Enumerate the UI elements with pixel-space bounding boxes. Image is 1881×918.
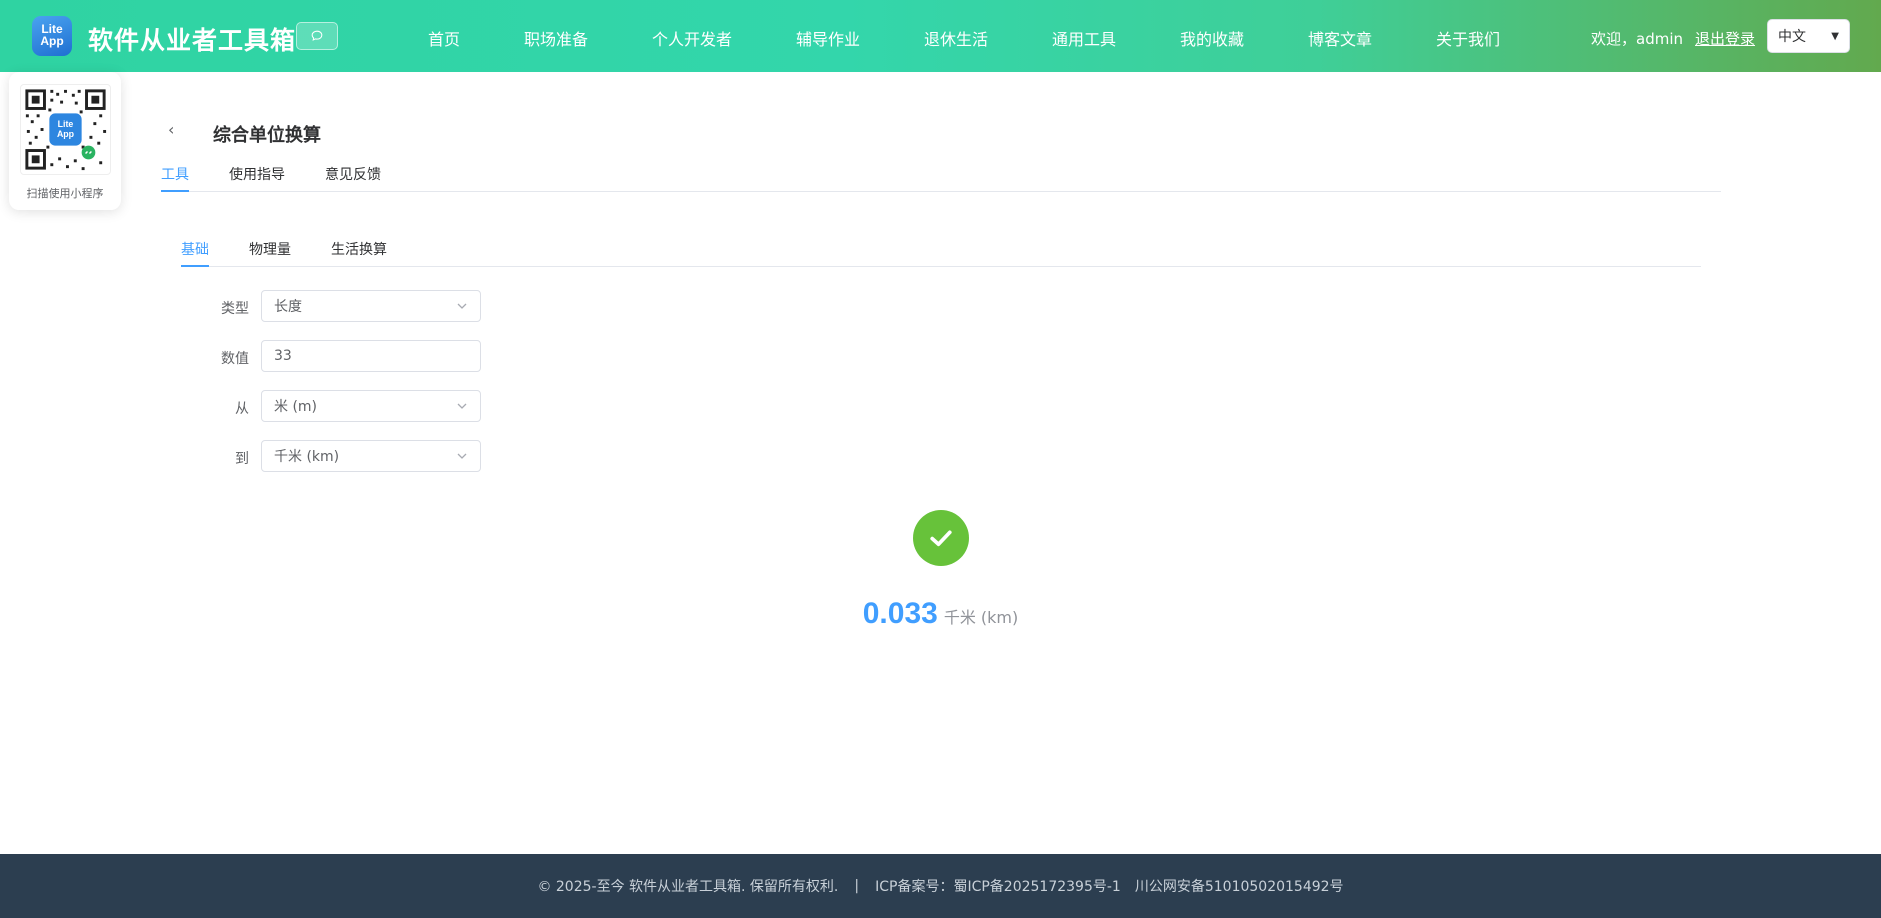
svg-text:Lite: Lite (58, 119, 74, 129)
site-title[interactable]: 软件从业者工具箱 (88, 21, 296, 57)
nav-home[interactable]: 首页 (428, 26, 460, 50)
tab-daily-life[interactable]: 生活换算 (331, 239, 387, 259)
chat-bubble-icon (311, 30, 323, 41)
chat-button[interactable] (296, 22, 338, 50)
chevron-down-icon (456, 400, 468, 412)
tab-feedback[interactable]: 意见反馈 (325, 164, 381, 184)
to-label: 到 (235, 451, 249, 467)
language-value: 中文 (1778, 29, 1806, 45)
qr-code-image: Lite App (20, 84, 111, 175)
page-tabs: 工具 使用指导 意见反馈 (161, 160, 1721, 192)
converter-category-tabs: 基础 物理量 生活换算 (181, 235, 1701, 267)
active-subtab-indicator (181, 265, 209, 267)
to-unit-select[interactable]: 千米 (km) (261, 440, 481, 472)
chevron-down-icon (456, 450, 468, 462)
nav-indie-dev[interactable]: 个人开发者 (652, 26, 732, 50)
to-unit-value: 千米 (km) (274, 449, 340, 465)
nav-favorites[interactable]: 我的收藏 (1180, 26, 1244, 50)
language-select[interactable]: 中文 ▼ (1767, 19, 1850, 53)
logo-text-line2: App (40, 34, 64, 48)
tab-physical[interactable]: 物理量 (249, 239, 291, 259)
page-title: 综合单位换算 (213, 125, 321, 146)
liteapp-logo[interactable]: Lite App (32, 16, 72, 56)
nav-blog[interactable]: 博客文章 (1308, 26, 1372, 50)
qr-caption: 扫描使用小程序 (26, 187, 104, 200)
chevron-down-icon (456, 300, 468, 312)
type-label: 类型 (221, 301, 249, 317)
nav-about[interactable]: 关于我们 (1436, 26, 1500, 50)
back-arrow-icon[interactable]: ‹ (168, 120, 174, 139)
conversion-result: 0.033 千米 (km) (0, 597, 1881, 631)
active-tab-indicator (161, 190, 189, 192)
success-check-icon (913, 510, 969, 566)
type-value: 长度 (274, 299, 302, 315)
value-input[interactable]: 33 (261, 340, 481, 372)
tab-tool[interactable]: 工具 (161, 164, 189, 184)
copyright-text: © 2025-至今 软件从业者工具箱. 保留所有权利. (537, 879, 839, 895)
from-unit-value: 米 (m) (274, 399, 318, 415)
svg-text:App: App (57, 129, 75, 139)
nav-general-tools[interactable]: 通用工具 (1052, 26, 1116, 50)
icp-link[interactable]: ICP备案号：蜀ICP备2025172395号-1 (875, 876, 1121, 896)
result-value: 0.033 (862, 597, 938, 630)
qr-code-icon: Lite App (25, 89, 107, 171)
type-select[interactable]: 长度 (261, 290, 481, 322)
from-unit-select[interactable]: 米 (m) (261, 390, 481, 422)
value-input-text: 33 (274, 348, 292, 364)
tab-guide[interactable]: 使用指导 (229, 164, 285, 184)
top-header: Lite App 软件从业者工具箱 首页 职场准备 个人开发者 辅导作业 退休生… (0, 0, 1881, 72)
tab-basic[interactable]: 基础 (181, 239, 209, 259)
result-unit: 千米 (km) (943, 608, 1019, 627)
welcome-text: 欢迎，admin (1591, 30, 1683, 48)
from-label: 从 (235, 401, 249, 417)
chevron-down-icon: ▼ (1831, 30, 1839, 42)
nav-homework[interactable]: 辅导作业 (796, 26, 860, 50)
value-label: 数值 (221, 351, 249, 367)
logout-link[interactable]: 退出登录 (1695, 28, 1755, 49)
nav-retirement[interactable]: 退休生活 (924, 26, 988, 50)
footer: © 2025-至今 软件从业者工具箱. 保留所有权利. | ICP备案号：蜀IC… (0, 854, 1881, 918)
police-record-link[interactable]: 川公网安备51010502015492号 (1135, 876, 1344, 896)
nav-career-prep[interactable]: 职场准备 (524, 26, 588, 50)
footer-separator: | (854, 878, 860, 894)
miniprogram-qr-card[interactable]: Lite App 扫描使用小程序 (9, 72, 121, 210)
